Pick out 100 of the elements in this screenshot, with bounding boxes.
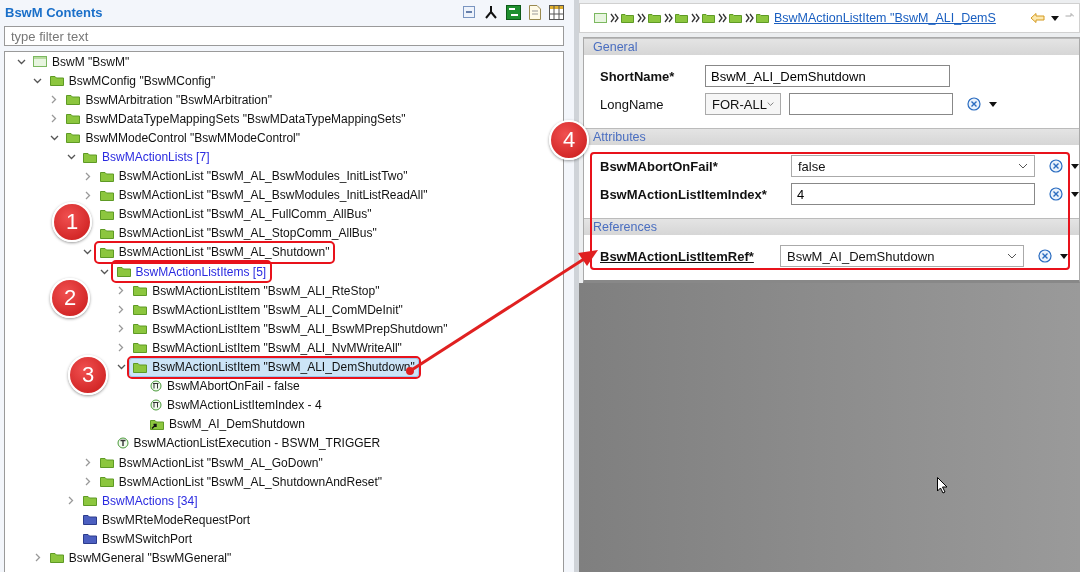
- chevron-right-icon[interactable]: [34, 553, 41, 563]
- chevron-right-icon[interactable]: [84, 190, 91, 200]
- enum-icon: [116, 437, 129, 450]
- chevron-right-icon[interactable]: [51, 95, 58, 105]
- section-header: General: [584, 38, 1079, 55]
- tree-item[interactable]: BswMSwitchPort: [79, 529, 197, 549]
- folder-icon: [133, 285, 148, 297]
- folder-icon: [49, 552, 64, 564]
- dropdown-field[interactable]: BswM_AI_DemShutdown: [780, 245, 1024, 267]
- reset-icon[interactable]: [1038, 249, 1052, 263]
- field-label: BswMActionListItemIndex*: [600, 186, 768, 202]
- folder-icon: [133, 323, 148, 335]
- field-label: BswMAbortOnFail*: [600, 158, 719, 174]
- chevron-right-icon[interactable]: [51, 114, 58, 124]
- folder-icon: [66, 94, 81, 106]
- chevron-right-icon[interactable]: [118, 324, 125, 334]
- collapse-all-icon[interactable]: [462, 5, 477, 19]
- mouse-cursor-icon: [937, 477, 948, 494]
- tree-item[interactable]: BswMActionList "BswM_AL_Shutdown": [95, 243, 334, 262]
- tree-item[interactable]: BswMActionListItemIndex - 4: [145, 395, 326, 415]
- tree-item[interactable]: BswMActionLists [7]: [79, 147, 214, 167]
- dropdown-triangle-icon[interactable]: [1060, 253, 1068, 259]
- chevron-down-icon[interactable]: [66, 154, 76, 160]
- chevron-right-icon[interactable]: [118, 286, 125, 296]
- tree-item[interactable]: BswMActionList "BswM_AL_ShutdownAndReset": [95, 472, 387, 492]
- tree-item[interactable]: BswMActionListItem "BswM_ALI_ComMDeInit": [129, 300, 407, 320]
- tree-item[interactable]: BswMGeneral "BswMGeneral": [45, 548, 236, 568]
- folder-icon: [83, 495, 98, 507]
- reset-icon[interactable]: [1049, 187, 1063, 201]
- chevron-down-icon[interactable]: [49, 134, 59, 141]
- tree-item[interactable]: BswMRteModeRequestPort: [79, 510, 255, 530]
- folder-icon: [99, 208, 114, 220]
- tree-item[interactable]: BswMActionList "BswM_AL_FullComm_AllBus": [95, 204, 376, 224]
- folder-icon: [49, 75, 64, 87]
- parameter-icon: [149, 399, 162, 412]
- breadcrumb-trail-icon[interactable]: [594, 12, 770, 24]
- reset-icon[interactable]: [967, 97, 981, 111]
- reset-icon[interactable]: [1049, 159, 1063, 173]
- module-icon: [33, 56, 47, 68]
- tree-item[interactable]: BswMActionListItem "BswM_ALI_NvMWriteAll": [129, 338, 406, 358]
- tree-item[interactable]: BswMActionListItems [5]: [112, 262, 271, 282]
- tree-item[interactable]: BswMAbortOnFail - false: [145, 376, 304, 396]
- tree-item[interactable]: BswMActionListItem "BswM_ALI_DemShutdown": [129, 357, 419, 377]
- folder-icon: [83, 151, 98, 163]
- parameter-icon: [149, 380, 162, 393]
- text-field[interactable]: 4: [791, 183, 1035, 205]
- tree-item[interactable]: BswMActionList "BswM_AL_BswModules_InitListTwo": [95, 166, 412, 186]
- dropdown-field[interactable]: false: [791, 155, 1035, 177]
- dropdown-triangle-icon[interactable]: [1071, 163, 1079, 169]
- caret-icon: [1007, 253, 1017, 259]
- chevron-down-icon[interactable]: [100, 268, 109, 275]
- tree-item[interactable]: BswM "BswM": [29, 52, 134, 72]
- section-header: References: [584, 218, 1079, 235]
- tree-item[interactable]: BswMActions [34]: [79, 491, 202, 511]
- tree-item[interactable]: BswMArbitration "BswMArbitration": [62, 90, 276, 110]
- field-label: LongName: [600, 96, 665, 112]
- folder-icon: [83, 533, 98, 545]
- folder-icon: [133, 361, 148, 373]
- text-field[interactable]: BswM_ALI_DemShutdown: [705, 65, 950, 87]
- dropdown-triangle-icon[interactable]: [989, 101, 997, 107]
- chevron-right-icon[interactable]: [84, 171, 91, 181]
- dropdown-triangle-icon[interactable]: [1071, 191, 1079, 197]
- chevron-right-icon[interactable]: [118, 343, 125, 353]
- chevron-right-icon[interactable]: [84, 477, 91, 487]
- chevron-down-icon[interactable]: [116, 364, 126, 371]
- folder-icon: [133, 342, 148, 354]
- document-icon[interactable]: [529, 4, 542, 20]
- reference-icon: [149, 418, 164, 430]
- tree-item[interactable]: BswMActionList "BswM_AL_GoDown": [95, 453, 327, 472]
- tree-item[interactable]: BswMModeControl "BswMModeControl": [62, 128, 304, 148]
- dropdown-triangle-icon[interactable]: [1051, 15, 1059, 21]
- tree-item[interactable]: BswMActionListItem "BswM_ALI_RteStop": [129, 281, 384, 301]
- chevron-down-icon[interactable]: [83, 249, 93, 256]
- field-label: ShortName*: [600, 68, 676, 84]
- tree-item[interactable]: BswMActionList "BswM_AL_StopComm_AllBus": [95, 223, 381, 243]
- tree-item[interactable]: BswMActionListItem "BswM_ALI_BswMPrepShutdown": [129, 319, 452, 339]
- table-icon[interactable]: [549, 4, 565, 20]
- folder-icon: [116, 266, 131, 278]
- tree-item[interactable]: BswMConfig "BswMConfig": [45, 71, 220, 91]
- chevron-right-icon[interactable]: [118, 305, 125, 315]
- tree-item[interactable]: BswMActionListExecution - BSWM_TRIGGER: [112, 433, 385, 453]
- chevron-right-icon[interactable]: [84, 458, 91, 467]
- tree-item[interactable]: BswMActionList "BswM_AL_BswModules_InitListReadAll": [95, 185, 432, 205]
- tree-item[interactable]: BswM_AI_DemShutdown: [145, 414, 309, 434]
- folder-icon: [99, 476, 114, 488]
- field-label[interactable]: BswMActionListItemRef*: [600, 248, 772, 264]
- language-dropdown[interactable]: FOR-ALL: [705, 93, 781, 115]
- tile-icon[interactable]: [506, 4, 522, 20]
- tree-item[interactable]: BswMDataTypeMappingSets "BswMDataTypeMappingSets": [62, 109, 410, 129]
- folder-icon: [66, 113, 81, 125]
- section-header: Attributes: [584, 128, 1079, 145]
- fork-icon[interactable]: [484, 5, 499, 19]
- caret-icon: [1018, 163, 1028, 169]
- chevron-down-icon[interactable]: [33, 77, 43, 84]
- text-field[interactable]: [789, 93, 953, 115]
- folder-icon: [99, 227, 114, 239]
- folder-icon: [83, 514, 98, 526]
- chevron-right-icon[interactable]: [68, 496, 75, 506]
- filter-field[interactable]: type filter text: [4, 26, 565, 46]
- chevron-down-icon[interactable]: [16, 58, 26, 65]
